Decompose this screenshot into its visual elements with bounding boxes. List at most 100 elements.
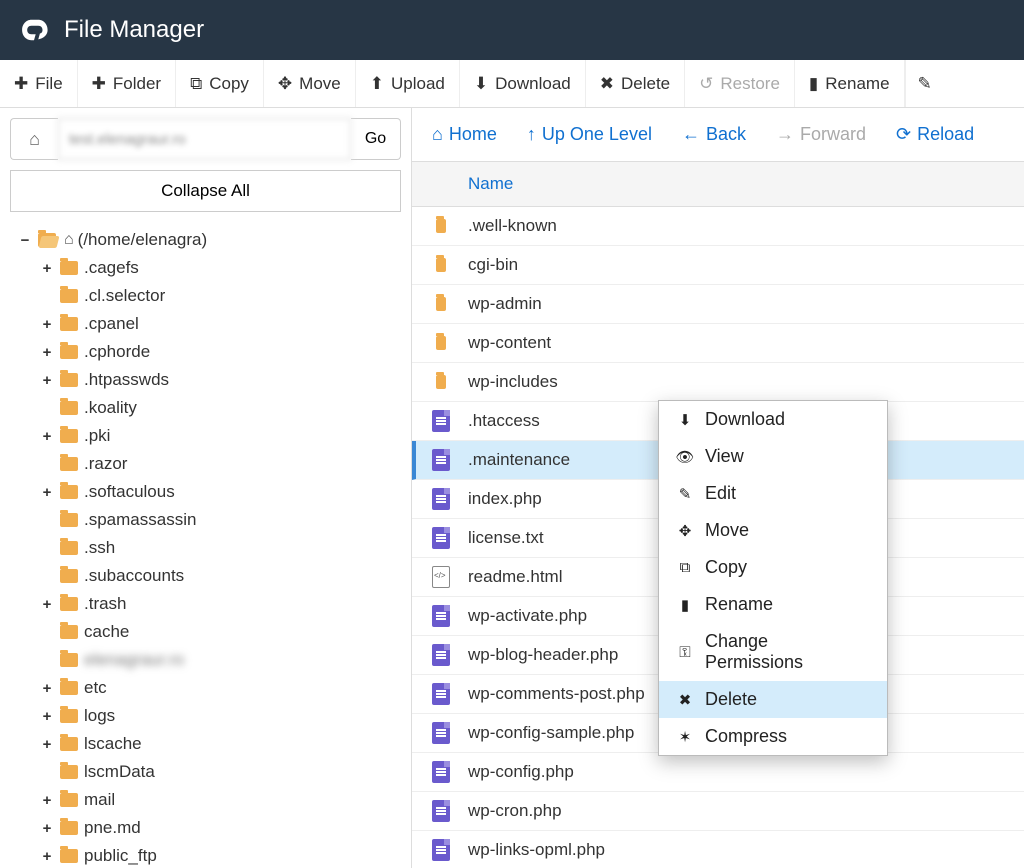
copy-button[interactable]: ⧉Copy xyxy=(176,60,264,107)
tree-item[interactable]: .spamassassin xyxy=(40,506,401,534)
home-button[interactable]: ⌂ xyxy=(10,118,58,160)
restore-button[interactable]: ↺Restore xyxy=(685,60,795,107)
key-icon: ⚿ xyxy=(675,644,695,661)
file-row[interactable]: wp-content xyxy=(412,324,1024,363)
nav-forward-button[interactable]: →Forward xyxy=(776,124,866,145)
context-menu-edit[interactable]: ✎Edit xyxy=(659,475,887,512)
tree-item[interactable]: lscmData xyxy=(40,758,401,786)
context-menu-label: Download xyxy=(705,409,785,430)
delete-button[interactable]: ✖Delete xyxy=(586,60,685,107)
undo-icon: ↺ xyxy=(699,74,713,94)
copy-icon: ⧉ xyxy=(675,559,695,576)
tree-item[interactable]: .cl.selector xyxy=(40,282,401,310)
expand-icon[interactable]: + xyxy=(40,260,54,277)
new-folder-button[interactable]: ✚Folder xyxy=(78,60,176,107)
tree-item[interactable]: + .pki xyxy=(40,422,401,450)
tree-item[interactable]: +.softaculous xyxy=(40,478,401,506)
expand-icon[interactable]: + xyxy=(40,484,54,501)
tree-item[interactable]: elenagraur.ro xyxy=(40,646,401,674)
tree-item[interactable]: + public_ftp xyxy=(40,842,401,868)
move-icon: ✥ xyxy=(278,74,292,94)
folder-icon xyxy=(60,849,78,863)
context-menu-copy[interactable]: ⧉Copy xyxy=(659,549,887,586)
pencil-icon: ✎ xyxy=(675,485,695,503)
context-menu-compress[interactable]: ✶Compress xyxy=(659,718,887,755)
file-row[interactable]: wp-includes xyxy=(412,363,1024,402)
tree-item[interactable]: + .htpasswds xyxy=(40,366,401,394)
tree-item[interactable]: .ssh xyxy=(40,534,401,562)
expand-icon[interactable]: + xyxy=(40,596,54,613)
file-name: wp-comments-post.php xyxy=(468,684,645,704)
file-row[interactable]: wp-admin xyxy=(412,285,1024,324)
new-file-button[interactable]: ✚File xyxy=(0,60,78,107)
tree-item[interactable]: +mail xyxy=(40,786,401,814)
tree-item[interactable]: cache xyxy=(40,618,401,646)
context-menu-move[interactable]: ✥Move xyxy=(659,512,887,549)
file-name: readme.html xyxy=(468,567,562,587)
path-input[interactable] xyxy=(58,118,351,160)
expand-icon[interactable]: + xyxy=(40,820,54,837)
tree-item-label: public_ftp xyxy=(84,846,157,866)
file-row[interactable]: wp-links-opml.php xyxy=(412,831,1024,868)
expand-icon[interactable]: + xyxy=(40,708,54,725)
column-header: Name xyxy=(412,162,1024,207)
x-icon: ✖ xyxy=(600,74,614,94)
tree-item[interactable]: + .cpanel xyxy=(40,310,401,338)
expand-icon[interactable]: + xyxy=(40,848,54,865)
nav-up-button[interactable]: ↑Up One Level xyxy=(527,124,652,145)
expand-icon[interactable]: + xyxy=(40,316,54,333)
tree-item-label: .cpanel xyxy=(84,314,139,334)
collapse-all-button[interactable]: Collapse All xyxy=(10,170,401,212)
path-bar: ⌂ Go xyxy=(0,108,411,170)
tree-item-label: .pki xyxy=(84,426,110,446)
tree-root[interactable]: − ⌂ (/home/elenagra) xyxy=(18,226,401,254)
move-button[interactable]: ✥Move xyxy=(264,60,356,107)
tree-item[interactable]: +.trash xyxy=(40,590,401,618)
tree-item[interactable]: .subaccounts xyxy=(40,562,401,590)
expand-icon[interactable]: + xyxy=(40,428,54,445)
context-menu-change-permissions[interactable]: ⚿Change Permissions xyxy=(659,623,887,681)
go-button[interactable]: Go xyxy=(351,118,401,160)
text-file-icon xyxy=(430,722,452,744)
tree-item[interactable]: .koality xyxy=(40,394,401,422)
nav-bar: ⌂Home ↑Up One Level ←Back →Forward ⟳Relo… xyxy=(412,108,1024,162)
tree-item[interactable]: +.cphorde xyxy=(40,338,401,366)
text-file-icon xyxy=(430,605,452,627)
sort-name-button[interactable]: Name xyxy=(468,174,513,193)
tree-item[interactable]: + lscache xyxy=(40,730,401,758)
rename-button[interactable]: ▮Rename xyxy=(795,60,905,107)
tree-item[interactable]: +pne.md xyxy=(40,814,401,842)
tree-item[interactable]: .razor xyxy=(40,450,401,478)
tree-item-label: elenagraur.ro xyxy=(84,650,184,670)
context-menu-delete[interactable]: ✖Delete xyxy=(659,681,887,718)
file-row[interactable]: cgi-bin xyxy=(412,246,1024,285)
nav-reload-button[interactable]: ⟳Reload xyxy=(896,124,974,145)
home-icon: ⌂ xyxy=(432,124,443,145)
x-icon: ✖ xyxy=(675,691,695,709)
collapse-icon[interactable]: − xyxy=(18,232,32,249)
folder-icon xyxy=(60,681,78,695)
upload-button[interactable]: ⬆︎Upload xyxy=(356,60,460,107)
expand-icon[interactable]: + xyxy=(40,344,54,361)
tree-item-label: .htpasswds xyxy=(84,370,169,390)
context-menu-rename[interactable]: ▮Rename xyxy=(659,586,887,623)
nav-back-button[interactable]: ←Back xyxy=(682,124,746,145)
file-row[interactable]: wp-config.php xyxy=(412,753,1024,792)
file-row[interactable]: .well-known xyxy=(412,207,1024,246)
download-button[interactable]: ⬇︎Download xyxy=(460,60,586,107)
edit-button[interactable]: ✎ xyxy=(905,60,944,107)
reload-icon: ⟳ xyxy=(896,124,911,145)
expand-icon[interactable]: + xyxy=(40,372,54,389)
nav-home-button[interactable]: ⌂Home xyxy=(432,124,497,145)
tree-item[interactable]: +etc xyxy=(40,674,401,702)
tree-item[interactable]: +.cagefs xyxy=(40,254,401,282)
tree-item-label: lscmData xyxy=(84,762,155,782)
tree-item-label: lscache xyxy=(84,734,142,754)
file-row[interactable]: wp-cron.php xyxy=(412,792,1024,831)
expand-icon[interactable]: + xyxy=(40,680,54,697)
expand-icon[interactable]: + xyxy=(40,792,54,809)
tree-item[interactable]: +logs xyxy=(40,702,401,730)
context-menu-download[interactable]: ⬇Download xyxy=(659,401,887,438)
context-menu-view[interactable]: 👁View xyxy=(659,438,887,475)
expand-icon[interactable]: + xyxy=(40,736,54,753)
